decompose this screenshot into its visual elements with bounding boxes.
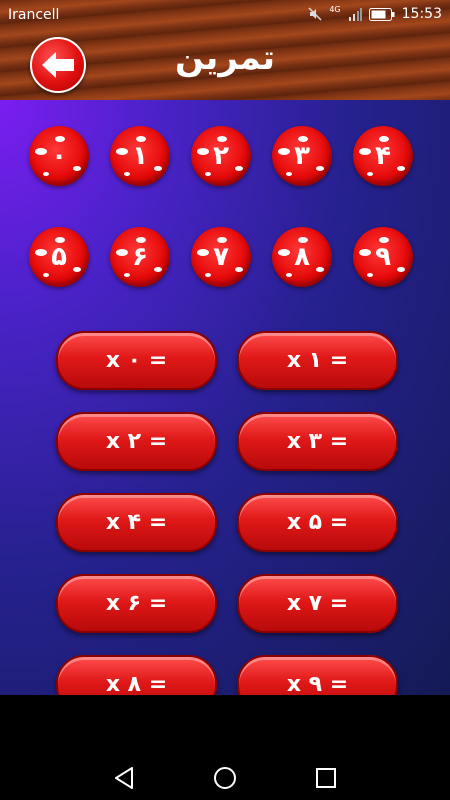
table-button[interactable]: x ۵ = <box>237 493 398 552</box>
shine-highlight <box>73 166 81 171</box>
shine-highlight <box>136 136 146 142</box>
table-label: x ۱ = <box>286 348 349 373</box>
shine-highlight <box>154 267 162 272</box>
table-button[interactable]: x ۰ = <box>56 331 217 390</box>
shine-highlight <box>35 148 47 155</box>
shine-highlight <box>124 273 130 277</box>
table-label: x ۶ = <box>105 591 168 616</box>
status-bar: Irancell 4G 15:53 <box>0 0 450 30</box>
digit-button[interactable]: ۱ <box>110 126 170 186</box>
digit-label: ۰ <box>51 141 67 171</box>
shine-highlight <box>359 249 371 256</box>
shine-highlight <box>367 172 373 176</box>
shine-highlight <box>43 273 49 277</box>
digit-label: ۹ <box>375 242 391 272</box>
table-button[interactable]: x ۱ = <box>237 331 398 390</box>
shine-highlight <box>124 172 130 176</box>
digit-button[interactable]: ۶ <box>110 227 170 287</box>
digit-button[interactable]: ۸ <box>272 227 332 287</box>
battery-icon <box>368 7 395 21</box>
signal-icon <box>348 8 362 21</box>
shine-highlight <box>197 148 209 155</box>
table-button[interactable]: x ۴ = <box>56 493 217 552</box>
digit-button[interactable]: ۷ <box>191 227 251 287</box>
digit-label: ۸ <box>294 242 310 272</box>
home-icon[interactable] <box>212 765 238 791</box>
digit-label: ۴ <box>375 141 391 171</box>
shine-highlight <box>205 273 211 277</box>
table-button[interactable]: x ۹ = <box>237 655 398 695</box>
shine-highlight <box>154 166 162 171</box>
shine-highlight <box>217 237 227 243</box>
page-title: تمرین <box>174 38 276 78</box>
table-label: x ۰ = <box>105 348 168 373</box>
carrier-name: Irancell <box>8 7 60 23</box>
shine-highlight <box>397 267 405 272</box>
clock: 15:53 <box>401 6 442 22</box>
back-icon[interactable] <box>112 765 138 791</box>
digit-button[interactable]: ۹ <box>353 227 413 287</box>
table-label: x ۳ = <box>286 429 349 454</box>
table-label: x ۵ = <box>286 510 349 535</box>
digit-label: ۱ <box>132 141 148 171</box>
network-type: 4G <box>329 4 341 14</box>
digit-button[interactable]: ۳ <box>272 126 332 186</box>
shine-highlight <box>217 136 227 142</box>
shine-highlight <box>197 249 209 256</box>
shine-highlight <box>298 237 308 243</box>
shine-highlight <box>205 172 211 176</box>
table-label: x ۸ = <box>105 672 168 695</box>
shine-highlight <box>136 237 146 243</box>
shine-highlight <box>278 148 290 155</box>
shine-highlight <box>379 237 389 243</box>
shine-highlight <box>286 273 292 277</box>
shine-highlight <box>73 267 81 272</box>
digit-label: ۵ <box>51 242 67 272</box>
mute-icon <box>308 7 322 21</box>
content-area: ۰ ۱ ۲ ۳ ۴ ۵ ۶ ۷ ۸ ۹ x ۰ = x ۱ = x ۲ = x ۳ = x ۴ = x ۵ … <box>0 100 450 695</box>
shine-highlight <box>379 136 389 142</box>
shine-highlight <box>55 136 65 142</box>
shine-highlight <box>278 249 290 256</box>
shine-highlight <box>286 172 292 176</box>
digit-label: ۳ <box>294 141 310 171</box>
shine-highlight <box>298 136 308 142</box>
digit-label: ۲ <box>213 141 229 171</box>
digit-label: ۷ <box>213 242 229 272</box>
digit-button[interactable]: ۰ <box>29 126 89 186</box>
table-label: x ۷ = <box>286 591 349 616</box>
recents-icon[interactable] <box>313 765 339 791</box>
shine-highlight <box>359 148 371 155</box>
navigation-bar <box>0 755 450 800</box>
digit-button[interactable]: ۵ <box>29 227 89 287</box>
table-button[interactable]: x ۳ = <box>237 412 398 471</box>
shine-highlight <box>35 249 47 256</box>
shine-highlight <box>316 166 324 171</box>
table-label: x ۴ = <box>105 510 168 535</box>
table-button[interactable]: x ۶ = <box>56 574 217 633</box>
shine-highlight <box>116 148 128 155</box>
shine-highlight <box>316 267 324 272</box>
shine-highlight <box>235 267 243 272</box>
shine-highlight <box>235 166 243 171</box>
shine-highlight <box>116 249 128 256</box>
shine-highlight <box>397 166 405 171</box>
table-button[interactable]: x ۸ = <box>56 655 217 695</box>
digit-label: ۶ <box>132 242 148 272</box>
shine-highlight <box>43 172 49 176</box>
table-label: x ۹ = <box>286 672 349 695</box>
table-label: x ۲ = <box>105 429 168 454</box>
digit-button[interactable]: ۲ <box>191 126 251 186</box>
digit-button[interactable]: ۴ <box>353 126 413 186</box>
shine-highlight <box>55 237 65 243</box>
table-button[interactable]: x ۲ = <box>56 412 217 471</box>
shine-highlight <box>367 273 373 277</box>
table-button[interactable]: x ۷ = <box>237 574 398 633</box>
